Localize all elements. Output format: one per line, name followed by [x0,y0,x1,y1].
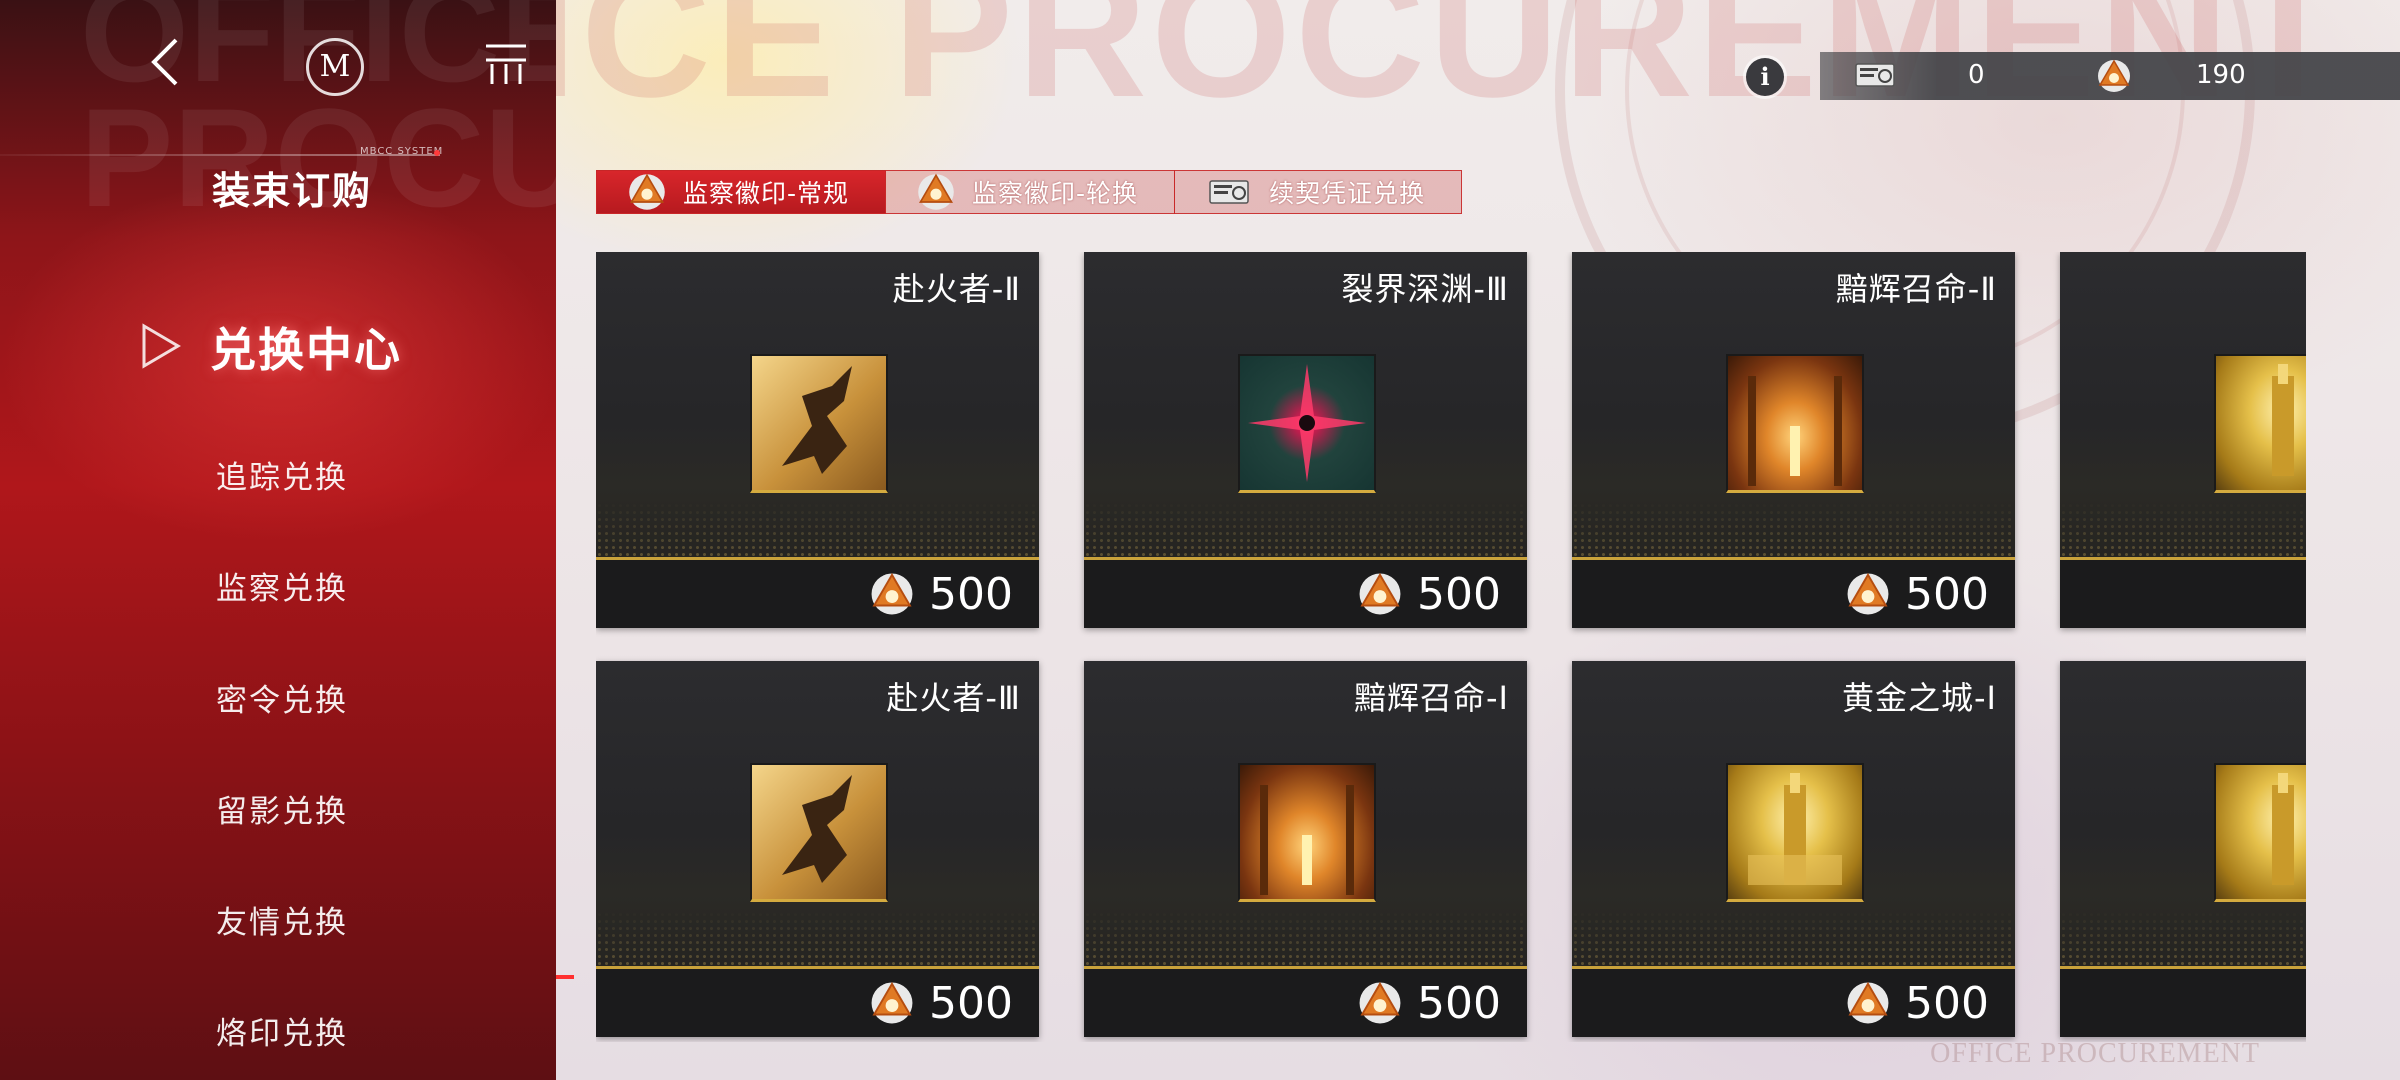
item-card[interactable] [2060,661,2306,1037]
item-name: 黯辉召命-Ⅱ [1835,270,1997,308]
item-name: 黄金之城-Ⅰ [1842,679,1997,717]
item-card[interactable]: 赴火者-Ⅱ 500 [596,252,1039,628]
price-value: 500 [1905,977,1989,1029]
price-value: 500 [929,568,1013,620]
tab-bar: 监察徽印-常规 监察徽印-轮换 续契凭证兑换 [596,170,1463,214]
item-price: 500 [1357,973,1501,1033]
sidebar: OFFICEPROCUREMENT M MBCC SYSTEM 装束订购 兑换中… [0,0,556,1080]
inspection-badge-icon [1359,981,1401,1024]
item-image [1726,354,1864,493]
item-card[interactable]: 赴火者-Ⅲ 500 [596,661,1039,1037]
item-image [750,763,888,902]
item-card[interactable]: 黯辉召命-Ⅰ 500 [1084,661,1527,1037]
play-arrow-icon [142,323,181,369]
nav-active-label: 兑换中心 [210,323,402,377]
item-name: 赴火者-Ⅲ [886,679,1021,717]
tab-label: 监察徽印-轮换 [972,179,1139,208]
item-name: 赴火者-Ⅱ [892,270,1021,308]
price-value: 500 [1417,977,1501,1029]
nav-item-friendship[interactable]: 友情兑换 [216,897,348,942]
inspection-badge-icon [1847,981,1889,1024]
nav-item-brand[interactable]: 烙印兑换 [216,1008,348,1053]
back-button[interactable] [140,32,190,92]
item-image [750,354,888,493]
menu-button[interactable] [482,40,530,88]
item-image [1238,763,1376,902]
item-price: 500 [1845,973,1989,1033]
item-price: 500 [869,973,1013,1033]
item-image [2214,354,2306,493]
item-card[interactable]: 裂界深渊-Ⅲ 500 [1084,252,1527,628]
currency-bar: 0 190 [1820,52,2400,100]
inspection-badge-icon [1847,572,1889,615]
contract-voucher-icon [1854,60,1896,94]
tab-inspection-rotation[interactable]: 监察徽印-轮换 [885,170,1176,214]
chevron-left-icon [151,38,178,86]
item-card[interactable]: 黄金之城-Ⅰ 500 [1572,661,2015,1037]
item-card[interactable]: 黯辉召命-Ⅱ 500 [1572,252,2015,628]
item-price: 500 [1845,564,1989,624]
system-tag: MBCC SYSTEM [360,146,444,157]
logo-button[interactable]: M [306,38,364,96]
menu-icon [486,44,526,84]
price-value: 500 [929,977,1013,1029]
tab-inspection-regular[interactable]: 监察徽印-常规 [596,170,887,214]
inspection-badge-icon [1359,572,1401,615]
item-price: 500 [1357,564,1501,624]
nav-item-secret-order[interactable]: 密令兑换 [216,675,348,720]
tab-contract-voucher[interactable]: 续契凭证兑换 [1174,170,1463,214]
tab-label: 监察徽印-常规 [683,179,850,208]
nav-item-tracking[interactable]: 追踪兑换 [216,452,348,497]
item-grid: 赴火者-Ⅱ 500 裂界深渊-Ⅲ 500 黯辉召命-Ⅱ 500 赴火者-Ⅲ 50… [596,252,2306,1042]
voucher-count: 0 [1968,60,1985,90]
inspection-badge-icon [871,572,913,615]
inspection-badge-icon [627,172,667,212]
status-dot [434,150,440,156]
item-card[interactable] [2060,252,2306,628]
item-image [1238,354,1376,493]
item-image [2214,763,2306,902]
footer-watermark: OFFICE PROCUREMENT [1930,1038,2260,1069]
badge-count: 190 [2196,60,2246,90]
nav-item-exchange-center[interactable]: 兑换中心 [140,310,520,380]
price-value: 500 [1417,568,1501,620]
nav-item-photo[interactable]: 留影兑换 [216,786,348,831]
info-button[interactable]: i [1746,58,1784,96]
inspection-badge-icon [871,981,913,1024]
decorative-mark [556,975,574,979]
tab-label: 续契凭证兑换 [1269,179,1426,208]
section-title: 装束订购 [212,168,373,213]
inspection-badge-icon [916,172,956,212]
price-value: 500 [1905,568,1989,620]
item-name: 裂界深渊-Ⅲ [1341,270,1509,308]
item-name: 黯辉召命-Ⅰ [1354,679,1509,717]
item-image [1726,763,1864,902]
contract-voucher-icon [1205,177,1253,207]
nav-item-inspection[interactable]: 监察兑换 [216,563,348,608]
inspection-badge-icon [2096,58,2132,98]
item-price: 500 [869,564,1013,624]
